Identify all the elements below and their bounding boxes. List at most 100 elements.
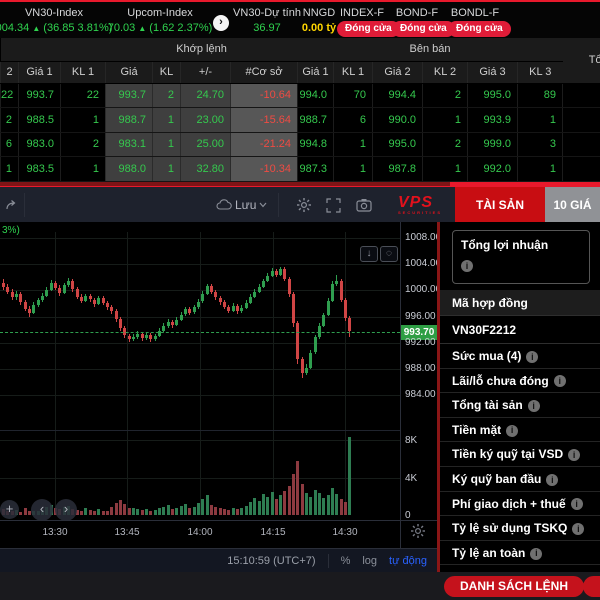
bottom-action-bar: DANH SÁCH LỆNH DA <box>0 572 600 600</box>
current-price-line <box>0 332 400 333</box>
chart-area[interactable]: 3%) 993.70 1008.00 1004.00 1000.00 996.00 992… <box>0 222 441 548</box>
table-cell[interactable]: 993.7 <box>18 83 61 108</box>
order-list-button[interactable]: DANH SÁCH LỆNH <box>444 576 584 597</box>
table-cell[interactable]: 2 <box>422 83 468 108</box>
volume-bar <box>205 495 209 515</box>
scroll-right-button[interactable]: › <box>55 499 77 521</box>
reset-view-icon[interactable]: ◌ <box>380 246 398 262</box>
table-cell[interactable]: 1 <box>517 156 563 182</box>
table-cell[interactable]: 3 <box>517 132 563 157</box>
table-cell[interactable]: 988.7 <box>105 107 153 133</box>
table-cell[interactable]: 1 <box>60 107 106 133</box>
info-icon[interactable]: i <box>570 498 583 511</box>
table-cell[interactable]: 32.80 <box>180 156 231 182</box>
table-cell[interactable]: 990.0 <box>372 107 423 133</box>
scroll-left-button[interactable]: ‹ <box>31 499 53 521</box>
table-cell[interactable]: 2 <box>0 107 19 133</box>
table-cell[interactable]: 1 <box>333 132 373 157</box>
order-book-table: Khớp lệnhBên bánTổng K2Giá 1KL 1GiáKL+/-… <box>0 38 600 182</box>
table-cell[interactable]: 1 <box>60 156 106 182</box>
table-cell[interactable]: 1 <box>152 107 181 133</box>
table-cell[interactable]: 983.1 <box>105 132 153 157</box>
info-icon[interactable]: i <box>572 522 585 535</box>
table-cell[interactable]: -21.24 <box>229 132 298 157</box>
info-icon[interactable]: i <box>526 350 539 363</box>
table-cell[interactable]: 993.9 <box>467 107 518 133</box>
table-cell[interactable]: 25.00 <box>180 132 231 157</box>
volume-bar <box>331 487 335 515</box>
table-row[interactable]: 2 988.5 1 988.7 1 23.00 -15.64 988.7 6 990.0 1 993.… <box>0 107 600 133</box>
table-cell[interactable]: 6 <box>0 132 19 157</box>
table-cell[interactable]: 22 <box>60 83 106 108</box>
table-cell[interactable]: 983.0 <box>18 132 61 157</box>
table-row[interactable]: 1 983.5 1 988.0 1 32.80 -10.34 987.3 1 987.8 1 992.… <box>0 156 600 182</box>
info-icon[interactable]: i <box>553 375 566 388</box>
info-icon[interactable]: i <box>527 400 540 413</box>
tab-tai-san[interactable]: TÀI SẢN <box>455 187 545 223</box>
log-scale-toggle[interactable]: log <box>362 555 377 567</box>
table-cell[interactable]: 1 <box>0 156 19 182</box>
table-cell[interactable]: 994.8 <box>297 132 334 157</box>
table-cell[interactable]: 1 <box>422 107 468 133</box>
info-icon[interactable]: i <box>530 547 543 560</box>
info-icon[interactable]: i <box>546 473 559 486</box>
table-cell[interactable]: 1 <box>422 156 468 182</box>
column-header: #Cơ sở <box>229 61 298 84</box>
table-cell[interactable]: 22 <box>0 83 19 108</box>
candle <box>331 284 335 301</box>
table-row[interactable]: 6 983.0 2 983.1 1 25.00 -21.24 994.8 1 995.0 2 999.… <box>0 132 600 157</box>
table-cell[interactable]: 1 <box>333 156 373 182</box>
percent-scale-toggle[interactable]: % <box>341 555 351 567</box>
table-cell[interactable]: -10.64 <box>229 83 298 108</box>
table-cell[interactable]: 6 <box>333 107 373 133</box>
table-cell[interactable]: 2 <box>422 132 468 157</box>
table-cell[interactable]: 1 <box>152 132 181 157</box>
candle <box>305 367 309 374</box>
table-cell[interactable]: 987.8 <box>372 156 423 182</box>
table-cell[interactable]: 89 <box>517 83 563 108</box>
share-icon[interactable] <box>5 195 19 215</box>
table-cell[interactable]: 994.0 <box>297 83 334 108</box>
table-cell[interactable]: 995.0 <box>467 83 518 108</box>
table-cell[interactable]: 70 <box>333 83 373 108</box>
info-icon[interactable]: i <box>506 424 519 437</box>
table-cell[interactable]: 995.0 <box>372 132 423 157</box>
secondary-list-button[interactable]: DA <box>583 576 600 597</box>
table-cell[interactable]: 988.5 <box>18 107 61 133</box>
table-cell[interactable]: 2 <box>152 83 181 108</box>
table-cell[interactable]: 992.0 <box>467 156 518 182</box>
chart-settings-gear-icon[interactable] <box>296 195 312 215</box>
table-cell[interactable]: 1 <box>517 107 563 133</box>
next-indices-button[interactable]: › <box>213 15 229 31</box>
table-cell[interactable]: 988.7 <box>297 107 334 133</box>
table-cell[interactable]: 24.70 <box>180 83 231 108</box>
pane-separator[interactable] <box>0 430 401 431</box>
price-axis-border[interactable] <box>400 222 401 548</box>
info-icon[interactable]: i <box>568 449 581 462</box>
table-cell[interactable]: 993.7 <box>105 83 153 108</box>
fullscreen-icon[interactable] <box>326 195 341 215</box>
table-cell[interactable]: -15.64 <box>229 107 298 133</box>
table-cell[interactable]: 988.0 <box>105 156 153 182</box>
download-icon[interactable]: ↓ <box>360 246 378 262</box>
table-cell[interactable]: 2 <box>60 132 106 157</box>
table-cell[interactable]: 999.0 <box>467 132 518 157</box>
time-axis-settings-gear-icon[interactable] <box>410 523 426 539</box>
table-row[interactable]: 22 993.7 22 993.7 2 24.70 -10.64 994.0 70 994.4 2 9… <box>0 83 600 108</box>
camera-snapshot-icon[interactable] <box>356 195 372 215</box>
save-layout-button[interactable]: Lưu <box>216 195 267 215</box>
info-icon[interactable]: i <box>461 260 473 272</box>
zoom-in-button[interactable]: + <box>0 500 19 519</box>
candle <box>214 291 218 298</box>
table-cell[interactable]: 23.00 <box>180 107 231 133</box>
column-header: Giá 1 <box>18 61 61 84</box>
auto-scale-toggle[interactable]: tự động <box>389 555 427 567</box>
contract-code-value[interactable]: VN30F2212 <box>440 316 600 344</box>
account-metric-row: Lãi/lỗ chưa đóng i <box>440 369 600 394</box>
table-cell[interactable]: 987.3 <box>297 156 334 182</box>
table-cell[interactable]: 983.5 <box>18 156 61 182</box>
table-cell[interactable]: -10.34 <box>229 156 298 182</box>
table-cell[interactable]: 1 <box>152 156 181 182</box>
tab-10-gia[interactable]: 10 GIÁ <box>545 187 600 223</box>
table-cell[interactable]: 994.4 <box>372 83 423 108</box>
